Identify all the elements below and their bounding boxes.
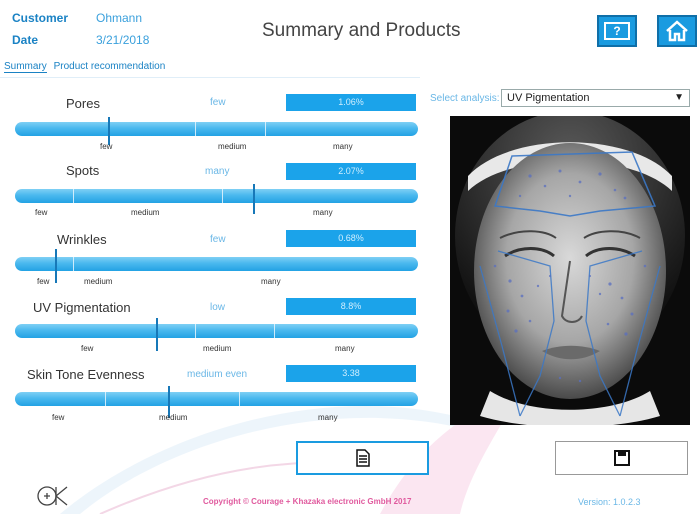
- metric-bar-skin-tone-evenness: [15, 392, 418, 406]
- metric-name-skin-tone-evenness: Skin Tone Evenness: [27, 367, 145, 382]
- date-value: 3/21/2018: [96, 33, 150, 47]
- metric-value-skin-tone-evenness: 3.38: [286, 365, 416, 382]
- ck-logo-icon: [37, 486, 68, 506]
- bar-separator: [274, 324, 275, 338]
- bar-separator: [195, 324, 196, 338]
- scale-label-many: many: [261, 277, 281, 286]
- bar-separator: [195, 122, 196, 136]
- bar-separator: [73, 257, 74, 271]
- scale-label-medium: medium: [131, 208, 160, 217]
- metric-bar-uv-pigmentation: [15, 324, 418, 338]
- metric-level-pores: few: [210, 97, 226, 108]
- scale-label-many: many: [318, 413, 338, 422]
- metric-name-wrinkles: Wrinkles: [57, 232, 107, 247]
- scale-label-few: few: [37, 277, 50, 286]
- metric-bar-wrinkles: [15, 257, 418, 271]
- metric-level-wrinkles: few: [210, 234, 226, 245]
- metric-name-pores: Pores: [66, 96, 100, 111]
- scale-label-few: few: [52, 413, 65, 422]
- save-button[interactable]: [555, 441, 688, 475]
- help-icon: ?: [604, 22, 630, 40]
- metric-marker-wrinkles: [55, 249, 58, 283]
- date-label: Date: [12, 33, 39, 47]
- tab-summary[interactable]: Summary: [4, 61, 47, 73]
- analysis-select[interactable]: UV Pigmentation ▼: [501, 89, 690, 107]
- customer-label: Customer: [12, 11, 69, 25]
- metric-marker-spots: [252, 184, 255, 214]
- scale-label-many: many: [333, 142, 353, 151]
- metric-value-pores: 1.06%: [286, 94, 416, 111]
- metric-marker-pores: [107, 117, 110, 145]
- metric-level-skin-tone-evenness: medium even: [187, 369, 248, 380]
- metric-value-spots: 2.07%: [286, 163, 416, 180]
- scale-label-medium: medium: [218, 142, 247, 151]
- report-button[interactable]: [296, 441, 429, 475]
- page-title: Summary and Products: [262, 20, 461, 41]
- scale-label-medium: medium: [159, 413, 188, 422]
- metric-marker-uv-pigmentation: [156, 318, 159, 351]
- scale-label-few: few: [100, 142, 113, 151]
- version-text: Version: 1.0.2.3: [578, 497, 641, 507]
- scale-label-medium: medium: [203, 344, 232, 353]
- tab-product-recommendation[interactable]: Product recommendation: [54, 61, 166, 72]
- metric-bar-spots: [15, 189, 418, 203]
- bar-separator: [73, 189, 74, 203]
- scale-label-medium: medium: [84, 277, 113, 286]
- scale-label-few: few: [81, 344, 94, 353]
- tab-divider: [0, 77, 420, 78]
- scale-label-many: many: [313, 208, 333, 217]
- scale-label-few: few: [35, 208, 48, 217]
- metric-level-uv-pigmentation: low: [210, 302, 226, 313]
- metric-level-spots: many: [205, 166, 230, 177]
- company-logo: [36, 485, 70, 512]
- select-analysis-label: Select analysis:: [430, 93, 500, 104]
- bar-separator: [239, 392, 240, 406]
- analysis-select-value: UV Pigmentation: [507, 92, 590, 104]
- document-icon: [355, 449, 370, 467]
- metric-name-spots: Spots: [66, 163, 100, 178]
- home-icon: [666, 20, 688, 42]
- copyright-text: Copyright © Courage + Khazaka electronic…: [203, 497, 412, 506]
- save-icon: [613, 450, 630, 466]
- customer-value: Ohmann: [96, 11, 143, 25]
- scale-label-many: many: [335, 344, 355, 353]
- metric-bar-pores: [15, 122, 418, 136]
- metric-value-uv-pigmentation: 8.8%: [286, 298, 416, 315]
- help-button[interactable]: ?: [597, 15, 637, 47]
- bar-separator: [265, 122, 266, 136]
- tab-bar: Summary Product recommendation: [4, 61, 169, 73]
- bar-separator: [105, 392, 106, 406]
- metric-value-wrinkles: 0.68%: [286, 230, 416, 247]
- metric-name-uv-pigmentation: UV Pigmentation: [33, 300, 131, 315]
- bar-separator: [222, 189, 223, 203]
- face-analysis-image: [450, 116, 690, 425]
- face-illustration: [450, 116, 690, 425]
- dropdown-arrow-icon: ▼: [674, 92, 684, 103]
- home-button[interactable]: [657, 15, 697, 47]
